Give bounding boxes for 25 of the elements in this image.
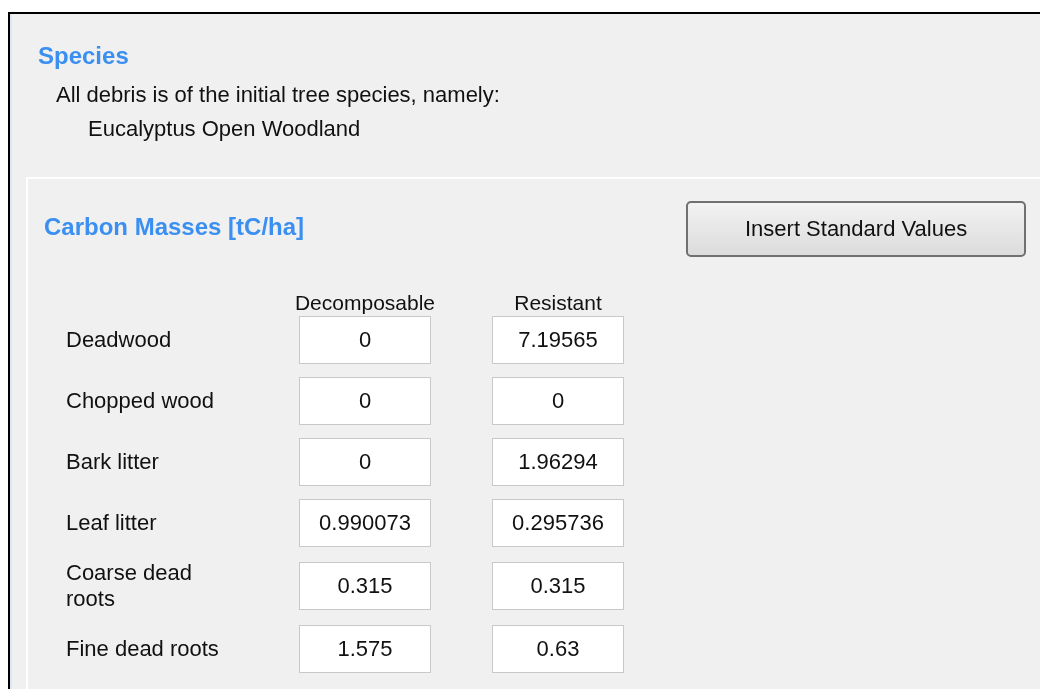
row-label: Chopped wood	[66, 388, 215, 414]
input-field[interactable]: 0.63	[492, 625, 624, 673]
input-field[interactable]: 0	[492, 377, 624, 425]
input-field[interactable]: 0	[299, 316, 431, 364]
input-field[interactable]: 7.19565	[492, 316, 624, 364]
species-name: Eucalyptus Open Woodland	[88, 116, 362, 142]
row-label: Bark litter	[66, 449, 160, 475]
input-field[interactable]: 1.575	[299, 625, 431, 673]
column-header: Decomposable	[294, 291, 436, 315]
row-label: Deadwood	[66, 327, 173, 353]
section-title: Species	[38, 42, 130, 70]
input-field[interactable]: 0.295736	[492, 499, 624, 547]
input-field[interactable]: 0.990073	[299, 499, 431, 547]
row-label: Coarse dead roots	[66, 560, 193, 612]
column-header: Resistant	[514, 291, 602, 315]
row-label: Fine dead roots	[66, 636, 220, 662]
input-field[interactable]: 0	[299, 377, 431, 425]
section-title: Carbon Masses [tC/ha]	[44, 213, 305, 241]
input-field[interactable]: 0.315	[299, 562, 431, 610]
species-description: All debris is of the initial tree species, namely:	[56, 82, 501, 108]
row-label: Leaf litter	[66, 510, 158, 536]
input-field[interactable]: 0	[299, 438, 431, 486]
input-field[interactable]: 0.315	[492, 562, 624, 610]
insert-standard-values-button[interactable]: Insert Standard Values	[686, 201, 1027, 257]
input-field[interactable]: 1.96294	[492, 438, 624, 486]
